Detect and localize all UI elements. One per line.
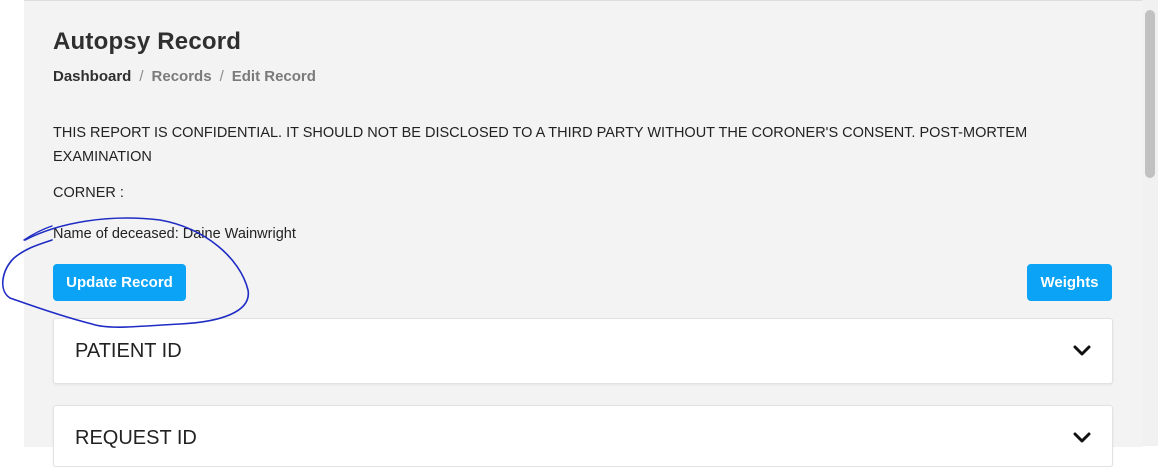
breadcrumb-dashboard[interactable]: Dashboard	[53, 68, 131, 85]
section-request-id[interactable]: REQUEST ID	[53, 405, 1113, 467]
section-patient-id[interactable]: PATIENT ID	[53, 318, 1113, 384]
breadcrumb: Dashboard / Records / Edit Record	[53, 68, 316, 85]
breadcrumb-records[interactable]: Records	[152, 68, 212, 85]
deceased-name: Name of deceased: Daine Wainwright	[53, 226, 296, 242]
update-record-button[interactable]: Update Record	[53, 264, 186, 301]
section-title: REQUEST ID	[75, 427, 197, 449]
confidentiality-notice: THIS REPORT IS CONFIDENTIAL. IT SHOULD N…	[53, 125, 1028, 165]
breadcrumb-edit-record: Edit Record	[231, 68, 316, 85]
page-title: Autopsy Record	[53, 28, 242, 55]
coroner-label: CORNER :	[53, 185, 124, 201]
chevron-down-icon[interactable]	[1072, 431, 1092, 445]
section-title: PATIENT ID	[75, 340, 182, 362]
scrollbar-thumb[interactable]	[1145, 10, 1155, 178]
chevron-down-icon[interactable]	[1072, 344, 1092, 358]
breadcrumb-separator: /	[219, 68, 224, 85]
vertical-scrollbar[interactable]	[1142, 0, 1158, 446]
breadcrumb-separator: /	[139, 68, 144, 85]
weights-button[interactable]: Weights	[1027, 264, 1112, 301]
